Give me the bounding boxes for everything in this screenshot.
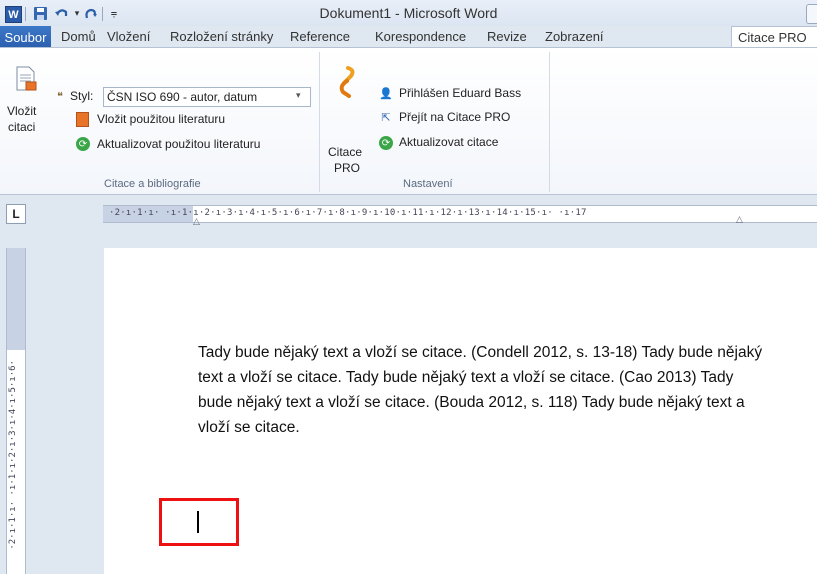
- style-dropdown[interactable]: ČSN ISO 690 - autor, datum ▾: [103, 87, 311, 107]
- horizontal-ruler[interactable]: ·2·ı·1·ı· ·ı·1·ı·2·ı·3·ı·4·ı·5·ı·6·ı·7·ı…: [103, 205, 817, 226]
- citace-pro-logo-icon: [335, 66, 357, 98]
- ruler-ticks: ·2·ı·1·ı· ·ı·1·ı·2·ı·3·ı·4·ı·5·ı·6·ı·7·ı…: [109, 208, 587, 218]
- indent-marker-icon[interactable]: △: [193, 216, 200, 227]
- insert-citation-label-1: Vložit: [7, 104, 37, 118]
- title-bar: W ▾ ⩦ Dokument1 - Microsoft Word: [0, 0, 817, 27]
- tab-page-layout[interactable]: Rozložení stránky: [170, 29, 273, 44]
- group-separator: [319, 52, 320, 192]
- vertical-ruler[interactable]: ·2·ı·1·ı· ·ı·1·ı·2·ı·3·ı·4·ı·5·ı·6·: [6, 248, 26, 574]
- citace-pro-button[interactable]: Citace PRO: [324, 56, 368, 175]
- open-link-icon: ⇱: [381, 111, 391, 124]
- refresh-icon: ⟳: [76, 137, 90, 151]
- citace-pro-label-1: Citace: [328, 145, 363, 159]
- style-icon: ❝: [57, 90, 63, 103]
- style-value: ČSN ISO 690 - autor, datum: [107, 90, 258, 104]
- window-title: Dokument1 - Microsoft Word: [319, 5, 498, 21]
- right-indent-marker-icon[interactable]: △: [736, 214, 743, 225]
- tab-selector[interactable]: L: [6, 204, 26, 224]
- tab-insert[interactable]: Vložení: [107, 29, 150, 44]
- ribbon: Vložit citaci ❝ Styl: ČSN ISO 690 - auto…: [0, 47, 817, 195]
- vertical-ruler-ticks: ·2·ı·1·ı· ·ı·1·ı·2·ı·3·ı·4·ı·5·ı·6·: [8, 360, 18, 550]
- group-label-settings: Nastavení: [403, 178, 453, 190]
- ribbon-tabs: Soubor Domů Vložení Rozložení stránky Re…: [0, 26, 817, 48]
- group-label-citations: Citace a bibliografie: [104, 178, 201, 190]
- group-separator: [549, 52, 550, 192]
- vertical-ruler-margin: [7, 248, 25, 350]
- insert-bibliography-label: Vložit použitou literaturu: [97, 112, 226, 126]
- refresh-icon: ⟳: [379, 136, 393, 150]
- tab-home[interactable]: Domů: [61, 29, 96, 44]
- text-caret: [197, 511, 199, 533]
- user-icon: 👤: [379, 87, 393, 100]
- tab-references[interactable]: Reference: [290, 29, 350, 44]
- update-citations-button[interactable]: ⟳ Aktualizovat citace: [379, 134, 549, 152]
- document-paragraph[interactable]: Tady bude nějaký text a vloží se citace.…: [198, 340, 768, 440]
- tab-citace-pro[interactable]: Citace PRO: [731, 26, 817, 48]
- chevron-down-icon: ▾: [296, 90, 301, 100]
- logged-in-label: Přihlášen Eduard Bass: [399, 86, 522, 100]
- update-citations-label: Aktualizovat citace: [399, 135, 499, 149]
- style-label: Styl:: [70, 89, 94, 103]
- tab-review[interactable]: Revize: [487, 29, 527, 44]
- citace-pro-label-2: PRO: [334, 161, 361, 175]
- tab-view[interactable]: Zobrazení: [545, 29, 604, 44]
- go-to-label: Přejít na Citace PRO: [399, 110, 511, 124]
- insert-bibliography-button[interactable]: Vložit použitou literaturu: [53, 110, 313, 130]
- ruler-bar: L ·2·ı·1·ı· ·ı·1·ı·2·ı·3·ı·4·ı·5·ı·6·ı·7…: [0, 195, 817, 235]
- window-controls[interactable]: [806, 4, 817, 24]
- go-to-citace-pro-button[interactable]: ⇱ Přejít na Citace PRO: [379, 109, 549, 127]
- insert-citation-button[interactable]: Vložit citaci: [6, 56, 42, 148]
- update-bibliography-label: Aktualizovat použitou literaturu: [97, 137, 261, 151]
- insert-citation-icon: [15, 66, 37, 92]
- highlight-box: [159, 498, 239, 546]
- update-bibliography-button[interactable]: ⟳ Aktualizovat použitou literaturu: [76, 135, 316, 155]
- logged-in-user[interactable]: 👤 Přihlášen Eduard Bass: [379, 85, 549, 103]
- tab-citace-pro-label: Citace PRO: [738, 30, 807, 45]
- insert-citation-label-2: citaci: [8, 120, 36, 134]
- tab-file[interactable]: Soubor: [0, 26, 51, 48]
- tab-mailings[interactable]: Korespondence: [375, 29, 466, 44]
- bibliography-icon: [76, 112, 89, 127]
